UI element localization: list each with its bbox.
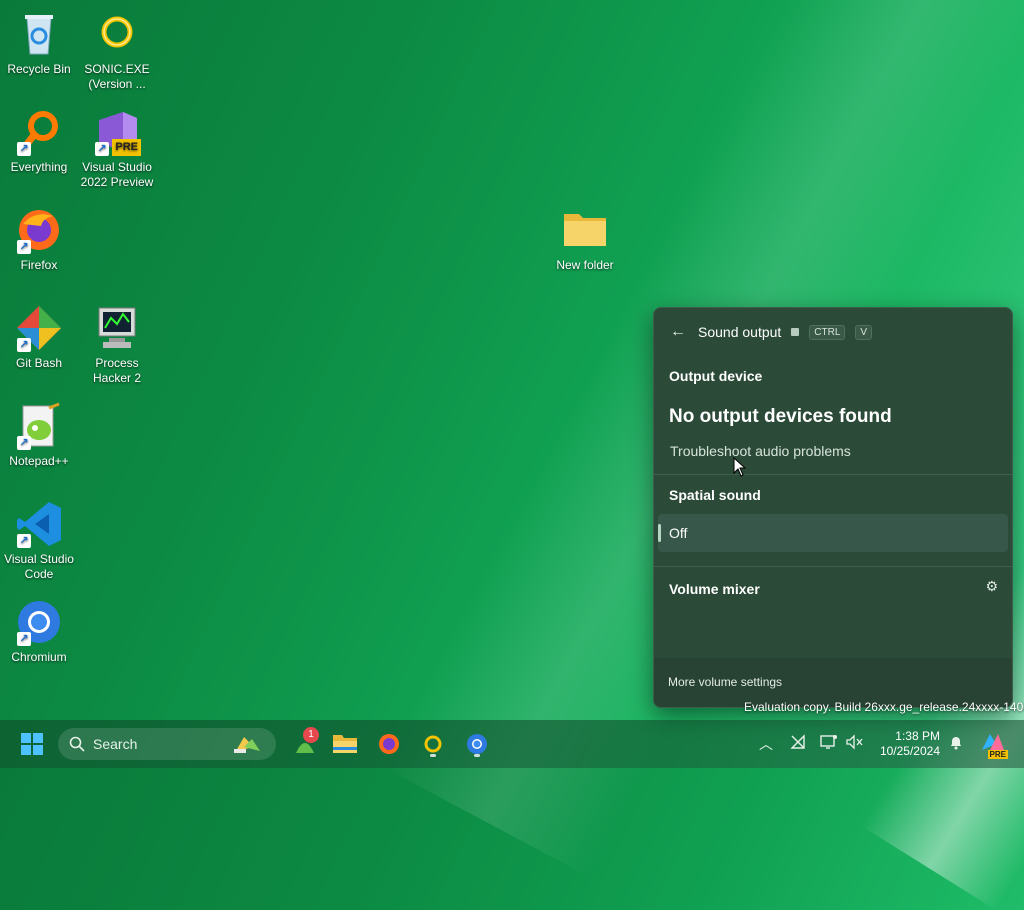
spatial-sound-value: Off <box>669 525 688 541</box>
taskbar-search-box[interactable]: Search <box>58 728 276 760</box>
desktop-icon-label: New folder <box>556 258 614 272</box>
evaluation-watermark: Evaluation copy. Build 26xxx.ge_release.… <box>744 700 1024 714</box>
desktop-icon-label: Git Bash <box>15 356 63 370</box>
no-network-icon <box>790 734 805 749</box>
shortcut-arrow-icon: ↗ <box>17 534 31 548</box>
clock-date: 10/25/2024 <box>879 744 940 758</box>
desktop-icon-vscode[interactable]: ↗ Visual Studio Code <box>1 500 77 582</box>
back-arrow-icon[interactable]: ← <box>670 323 688 341</box>
start-button[interactable] <box>17 729 47 759</box>
taskbar-clock[interactable]: 1:38 PM 10/25/2024 <box>876 729 940 759</box>
notifications-button[interactable] <box>948 734 964 753</box>
taskbar-app-sonic[interactable] <box>418 729 448 759</box>
desktop-icon-label: Everything <box>10 160 68 174</box>
desktop-icon-label: Process Hacker 2 <box>92 356 142 385</box>
desktop-icon-label: Visual Studio Code <box>4 552 74 581</box>
chromium-icon <box>467 734 487 754</box>
display-button[interactable] <box>820 734 838 753</box>
running-indicator <box>474 754 480 757</box>
more-volume-settings-link[interactable]: More volume settings <box>668 675 782 689</box>
process-hacker-icon <box>93 304 141 352</box>
troubleshoot-link[interactable]: Troubleshoot audio problems <box>670 443 851 459</box>
chromium-icon: ↗ <box>15 598 63 646</box>
shortcut-arrow-icon: ↗ <box>17 436 31 450</box>
desktop-icon-firefox[interactable]: ↗ Firefox <box>1 206 77 273</box>
insider-preview-tray-icon[interactable]: PRE <box>980 730 1008 759</box>
desktop-icon-recycle-bin[interactable]: Recycle Bin <box>1 10 77 77</box>
shortcut-arrow-icon: ↗ <box>17 240 31 254</box>
no-devices-message: No output devices found <box>669 406 892 427</box>
search-placeholder: Search <box>93 736 138 752</box>
notification-badge: 1 <box>303 727 319 743</box>
panel-title: Sound output <box>698 324 782 340</box>
panel-header: ← Sound output CTRL V <box>670 322 873 342</box>
firefox-icon: ↗ <box>15 206 63 254</box>
mouse-cursor-icon <box>733 457 747 477</box>
desktop-icon-process-hacker[interactable]: Process Hacker 2 <box>79 304 155 386</box>
taskbar: Search 1 ︿ 1:38 PM 10/25/2024 PRE <box>0 720 1024 768</box>
volume-mixer-heading: Volume mixer <box>669 581 760 597</box>
desktop-icon-new-folder[interactable]: New folder <box>547 206 623 273</box>
desktop-icon-chromium[interactable]: ↗ Chromium <box>1 598 77 665</box>
speaker-muted-icon <box>846 734 863 750</box>
desktop-icon-label: Notepad++ <box>9 454 69 468</box>
display-icon <box>820 735 837 749</box>
output-device-heading: Output device <box>669 368 763 384</box>
desktop-icon-label: Visual Studio 2022 Preview <box>80 160 154 189</box>
desktop-icon-git-bash[interactable]: ↗ Git Bash <box>1 304 77 371</box>
desktop-icon-label: Chromium <box>11 650 67 664</box>
network-status-button[interactable] <box>790 734 806 753</box>
desktop-icon-visual-studio-preview[interactable]: PRE ↗ Visual Studio 2022 Preview <box>79 108 155 190</box>
sonic-ring-icon <box>93 10 141 58</box>
tray-pre-badge: PRE <box>987 750 1008 759</box>
taskbar-app-file-explorer[interactable] <box>330 729 360 759</box>
section-divider <box>654 474 1012 475</box>
folder-icon <box>561 206 609 254</box>
spatial-sound-heading: Spatial sound <box>669 487 761 503</box>
recycle-bin-icon <box>15 10 63 58</box>
git-bash-icon: ↗ <box>15 304 63 352</box>
notepadpp-icon: ↗ <box>15 402 63 450</box>
visual-studio-preview-icon: PRE ↗ <box>93 108 141 156</box>
running-indicator <box>430 754 436 757</box>
search-icon <box>69 736 85 752</box>
taskbar-app-chromium[interactable] <box>462 729 492 759</box>
desktop-icon-everything[interactable]: ↗ Everything <box>1 108 77 175</box>
spatial-sound-option-off[interactable]: Off <box>658 514 1008 552</box>
sonic-ring-icon <box>424 735 442 753</box>
show-hidden-icons-button[interactable]: ︿ <box>759 734 773 754</box>
selected-indicator <box>658 524 661 542</box>
shortcut-arrow-icon: ↗ <box>17 632 31 646</box>
desktop-icon-label: Recycle Bin <box>7 62 71 76</box>
shortcut-arrow-icon: ↗ <box>17 142 31 156</box>
chevron-up-icon: ︿ <box>759 736 773 752</box>
shortcut-arrow-icon: ↗ <box>17 338 31 352</box>
pre-badge: PRE <box>112 139 141 156</box>
shortcut-key-ctrl: CTRL <box>809 324 846 340</box>
shortcut-key-v: V <box>855 324 873 340</box>
desktop-icon-notepadpp[interactable]: ↗ Notepad++ <box>1 402 77 469</box>
search-highlight-icon <box>234 737 260 753</box>
windows-key-icon <box>791 328 800 336</box>
gear-icon[interactable]: ⚙ <box>985 578 998 595</box>
sound-output-panel: ← Sound output CTRL V Output device No o… <box>653 307 1013 708</box>
volume-button[interactable] <box>846 734 864 753</box>
firefox-icon <box>379 734 399 754</box>
windows-logo-icon <box>21 733 43 755</box>
taskbar-app-widgets[interactable]: 1 <box>290 727 320 759</box>
shortcut-arrow-icon: ↗ <box>95 142 109 156</box>
desktop-icon-label: SONIC.EXE (Version ... <box>84 62 150 91</box>
clock-time: 1:38 PM <box>895 729 940 743</box>
bell-icon <box>951 737 961 750</box>
taskbar-app-firefox[interactable] <box>374 729 404 759</box>
vscode-icon: ↗ <box>15 500 63 548</box>
section-divider <box>654 566 1012 567</box>
desktop-icon-sonic-exe[interactable]: SONIC.EXE (Version ... <box>79 10 155 92</box>
file-explorer-icon <box>333 735 357 753</box>
everything-search-icon: ↗ <box>15 108 63 156</box>
desktop-icon-label: Firefox <box>20 258 58 272</box>
